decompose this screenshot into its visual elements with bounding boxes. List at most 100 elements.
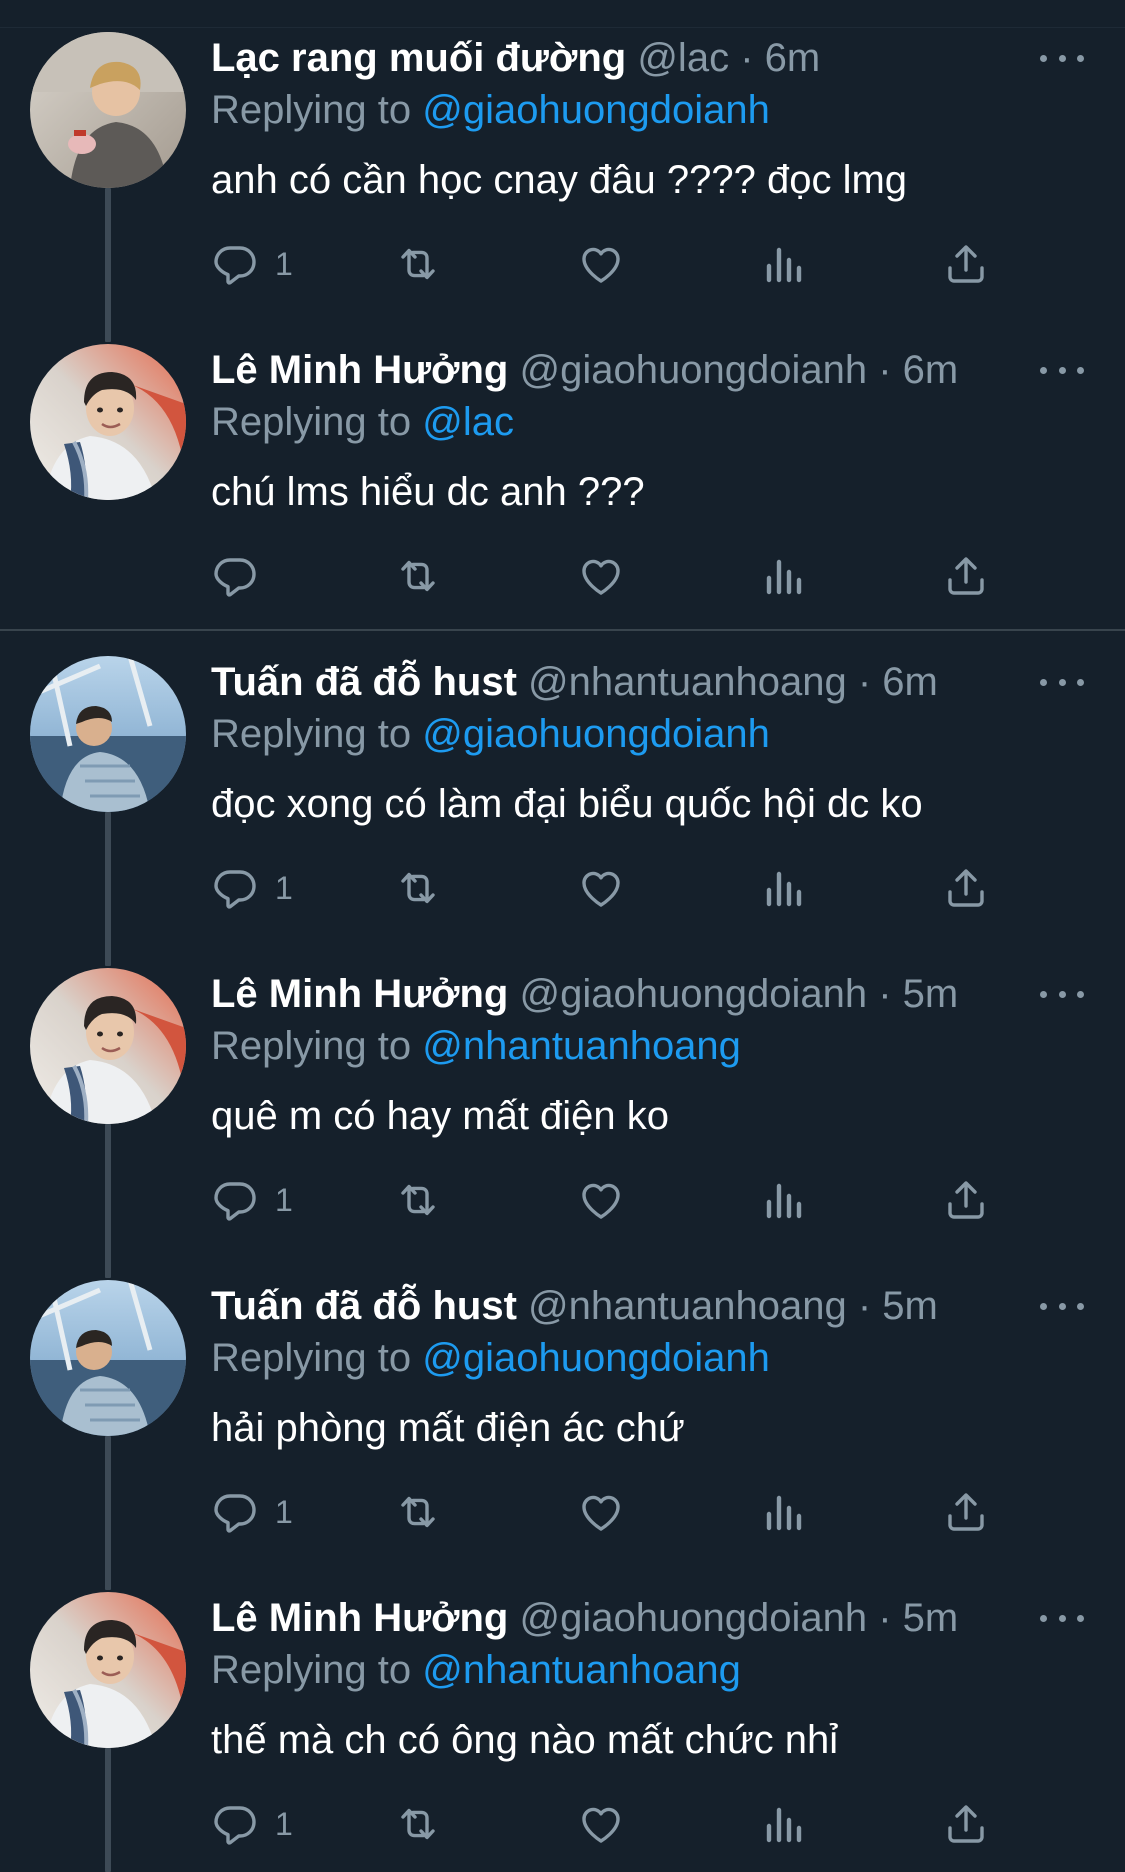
tweet-text: quê m có hay mất điện ko <box>211 1094 670 1138</box>
user-handle[interactable]: @lac <box>637 36 729 80</box>
avatar[interactable] <box>30 656 186 812</box>
tweet-actions: 1 <box>211 1794 1011 1854</box>
analytics-icon <box>759 1800 807 1848</box>
reply-button[interactable]: 1 <box>211 234 293 294</box>
share-button[interactable] <box>942 546 990 606</box>
user-handle[interactable]: @nhantuanhoang <box>528 660 847 704</box>
replying-to-mention[interactable]: @lac <box>422 400 514 444</box>
timestamp[interactable]: · 6m <box>858 660 938 704</box>
retweet-button[interactable] <box>394 546 442 606</box>
user-handle[interactable]: @nhantuanhoang <box>528 1284 847 1328</box>
reply-button[interactable]: 1 <box>211 1482 293 1542</box>
heart-icon <box>577 1488 625 1536</box>
more-icon[interactable] <box>1040 48 1084 68</box>
avatar[interactable] <box>30 32 186 188</box>
like-button[interactable] <box>577 1170 625 1230</box>
user-handle[interactable]: @giaohuongdoianh <box>520 972 868 1016</box>
analytics-icon <box>759 1488 807 1536</box>
timestamp[interactable]: · 5m <box>878 1596 958 1640</box>
timestamp[interactable]: · 5m <box>878 972 958 1016</box>
share-button[interactable] <box>942 1170 990 1230</box>
like-button[interactable] <box>577 546 625 606</box>
heart-icon <box>577 240 625 288</box>
reply-button[interactable]: 1 <box>211 1794 293 1854</box>
retweet-button[interactable] <box>394 1482 442 1542</box>
tweet-text: chú lms hiểu dc anh ??? <box>211 470 645 514</box>
more-icon[interactable] <box>1040 984 1084 1004</box>
more-icon[interactable] <box>1040 1608 1084 1628</box>
avatar[interactable] <box>30 1280 186 1436</box>
display-name[interactable]: Tuấn đã đỗ hust <box>211 660 517 704</box>
tweet-actions <box>211 546 1011 606</box>
retweet-icon <box>394 1176 442 1224</box>
like-button[interactable] <box>577 1482 625 1542</box>
share-button[interactable] <box>942 1482 990 1542</box>
replying-to: Replying to @lac <box>211 396 514 448</box>
views-button[interactable] <box>759 858 807 918</box>
replying-to-mention[interactable]: @nhantuanhoang <box>422 1648 741 1692</box>
display-name[interactable]: Lê Minh Hưởng <box>211 348 508 392</box>
tweet[interactable]: Tuấn đã đỗ hust @nhantuanhoang · 6m Repl… <box>0 624 1125 966</box>
avatar[interactable] <box>30 968 186 1124</box>
retweet-icon <box>394 1800 442 1848</box>
replying-to-label: Replying to <box>211 712 412 756</box>
views-button[interactable] <box>759 546 807 606</box>
tweet-header: Tuấn đã đỗ hust @nhantuanhoang · 5m <box>211 1280 1031 1332</box>
display-name[interactable]: Lê Minh Hưởng <box>211 972 508 1016</box>
retweet-button[interactable] <box>394 234 442 294</box>
more-icon[interactable] <box>1040 1296 1084 1316</box>
reply-button[interactable] <box>211 546 275 606</box>
share-button[interactable] <box>942 1794 990 1854</box>
replying-to-mention[interactable]: @giaohuongdoianh <box>422 712 770 756</box>
tweet-header: Lê Minh Hưởng @giaohuongdoianh · 6m <box>211 344 1031 396</box>
display-name[interactable]: Tuấn đã đỗ hust <box>211 1284 517 1328</box>
display-name[interactable]: Lê Minh Hưởng <box>211 1596 508 1640</box>
avatar[interactable] <box>30 344 186 500</box>
tweet[interactable]: Lê Minh Hưởng @giaohuongdoianh · 6m Repl… <box>0 312 1125 624</box>
like-button[interactable] <box>577 858 625 918</box>
retweet-icon <box>394 552 442 600</box>
tweet-header: Tuấn đã đỗ hust @nhantuanhoang · 6m <box>211 656 1031 708</box>
user-handle[interactable]: @giaohuongdoianh <box>520 348 868 392</box>
retweet-button[interactable] <box>394 1794 442 1854</box>
tweet[interactable]: Tuấn đã đỗ hust @nhantuanhoang · 5m Repl… <box>0 1248 1125 1590</box>
reply-count: 1 <box>275 245 293 282</box>
views-button[interactable] <box>759 1794 807 1854</box>
share-icon <box>942 1176 990 1224</box>
tweet-text: đọc xong có làm đại biểu quốc hội dc ko <box>211 782 923 826</box>
avatar[interactable] <box>30 1592 186 1748</box>
tweet[interactable]: Lê Minh Hưởng @giaohuongdoianh · 5m Repl… <box>0 936 1125 1278</box>
views-button[interactable] <box>759 1170 807 1230</box>
share-button[interactable] <box>942 858 990 918</box>
display-name[interactable]: Lạc rang muối đường <box>211 36 626 80</box>
analytics-icon <box>759 1176 807 1224</box>
share-button[interactable] <box>942 234 990 294</box>
timestamp[interactable]: · 6m <box>878 348 958 392</box>
reply-button[interactable]: 1 <box>211 1170 293 1230</box>
reply-button[interactable]: 1 <box>211 858 293 918</box>
heart-icon <box>577 864 625 912</box>
replying-to-mention[interactable]: @giaohuongdoianh <box>422 1336 770 1380</box>
replying-to-mention[interactable]: @nhantuanhoang <box>422 1024 741 1068</box>
timestamp[interactable]: · 6m <box>740 36 820 80</box>
reply-icon <box>211 240 259 288</box>
like-button[interactable] <box>577 1794 625 1854</box>
heart-icon <box>577 1800 625 1848</box>
replying-to-label: Replying to <box>211 1024 412 1068</box>
retweet-button[interactable] <box>394 1170 442 1230</box>
heart-icon <box>577 552 625 600</box>
retweet-button[interactable] <box>394 858 442 918</box>
views-button[interactable] <box>759 1482 807 1542</box>
tweet[interactable]: Lê Minh Hưởng @giaohuongdoianh · 5m Repl… <box>0 1560 1125 1872</box>
timestamp[interactable]: · 5m <box>858 1284 938 1328</box>
views-button[interactable] <box>759 234 807 294</box>
analytics-icon <box>759 552 807 600</box>
user-handle[interactable]: @giaohuongdoianh <box>520 1596 868 1640</box>
replying-to-label: Replying to <box>211 1648 412 1692</box>
more-icon[interactable] <box>1040 360 1084 380</box>
replying-to-mention[interactable]: @giaohuongdoianh <box>422 88 770 132</box>
more-icon[interactable] <box>1040 672 1084 692</box>
like-button[interactable] <box>577 234 625 294</box>
replying-to-label: Replying to <box>211 400 412 444</box>
tweet[interactable]: Lạc rang muối đường @lac · 6m Replying t… <box>0 0 1125 342</box>
